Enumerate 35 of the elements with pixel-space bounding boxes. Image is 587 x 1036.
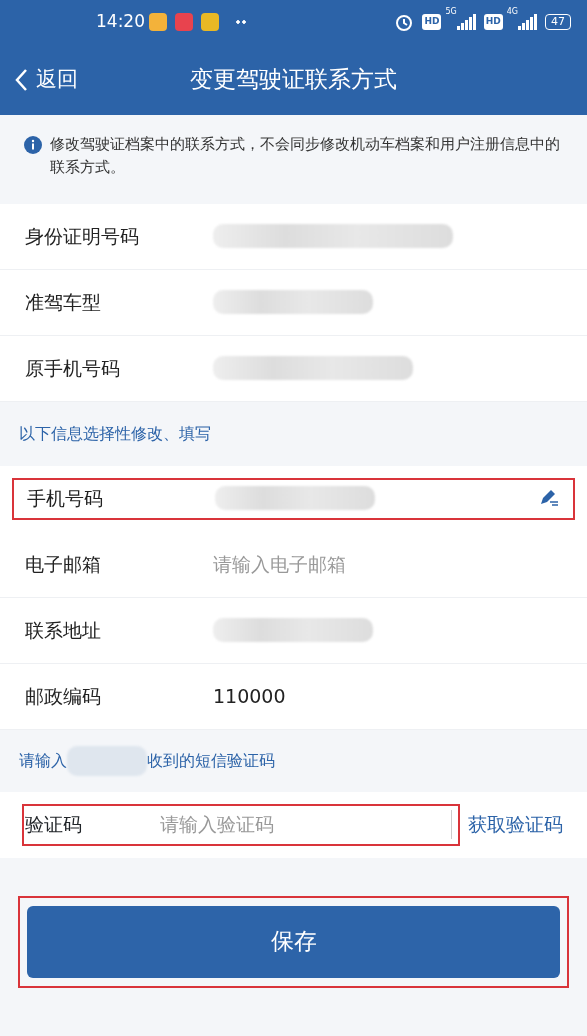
field-label: 验证码	[25, 812, 83, 838]
field-label: 准驾车型	[25, 289, 102, 315]
more-icon	[235, 20, 247, 24]
field-label: 邮政编码	[25, 683, 102, 709]
signal-icon	[518, 14, 537, 30]
battery-level: 47	[545, 14, 571, 30]
app-icon	[175, 13, 193, 31]
chevron-left-icon	[14, 67, 28, 92]
field-label: 电子邮箱	[25, 551, 102, 577]
save-button[interactable]: 保存	[27, 905, 560, 978]
network-type: 5G	[445, 8, 457, 16]
signal-icon	[456, 14, 476, 30]
hint-text: 收到的短信验证码	[147, 749, 275, 772]
notice-text: 修改驾驶证档案中的联系方式，不会同步修改机动车档案和用户注册信息中的联系方式。	[50, 134, 561, 179]
status-time: 14:20	[96, 10, 145, 34]
alarm-icon	[394, 12, 415, 32]
edit-icon[interactable]	[538, 488, 560, 508]
app-icon	[149, 13, 167, 31]
info-icon	[24, 136, 42, 154]
field-value: 110000	[213, 683, 286, 709]
field-label: 手机号码	[27, 485, 104, 511]
field-label: 身份证明号码	[25, 223, 140, 249]
hd-badge: HD	[483, 14, 503, 30]
section-label: 以下信息选择性修改、填写	[18, 422, 212, 445]
input-field[interactable]: 请输入验证码	[160, 810, 452, 839]
field-label: 联系地址	[25, 617, 102, 643]
hd-badge: HD	[422, 14, 442, 30]
field-label: 原手机号码	[25, 355, 121, 381]
network-type: 4G	[506, 8, 518, 16]
page-title: 变更驾驶证联系方式	[189, 65, 398, 95]
get-code-button[interactable]: 获取验证码	[468, 810, 563, 839]
input-field[interactable]: 请输入电子邮箱	[213, 549, 562, 579]
hint-text: 请输入	[19, 749, 67, 772]
app-icon	[201, 13, 219, 31]
back-button[interactable]: 返回	[0, 63, 78, 96]
